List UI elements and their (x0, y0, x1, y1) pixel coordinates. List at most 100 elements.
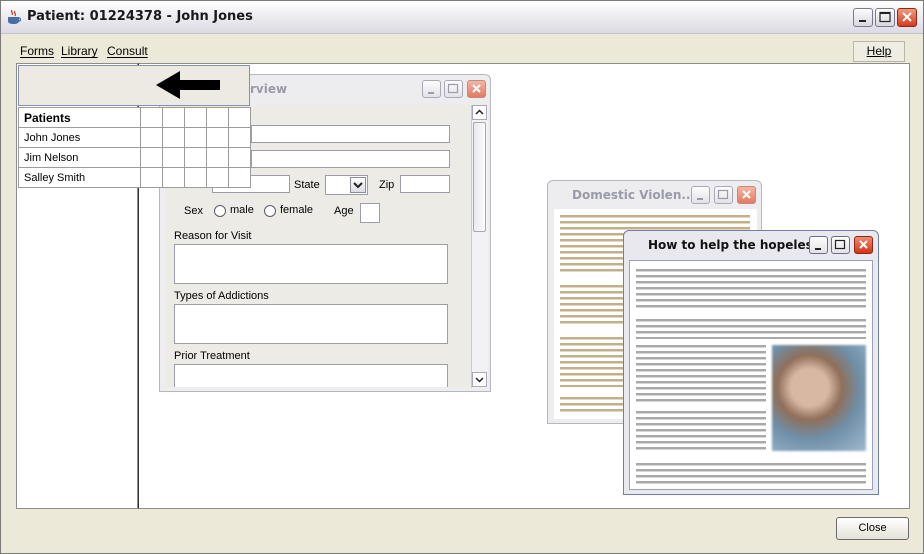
table-cell (162, 107, 185, 128)
patients-table: Patients John Jones Jim Nelson Salley Sm… (18, 107, 251, 188)
article-text-block (636, 269, 866, 309)
overview-maximize-button[interactable] (444, 80, 463, 98)
zip-label: Zip (379, 179, 395, 191)
table-cell (184, 127, 207, 148)
hopeless-close-button[interactable] (854, 236, 873, 254)
table-cell (228, 127, 251, 148)
window-title: Patient: 01224378 - John Jones (27, 9, 253, 24)
addictions-textarea[interactable] (174, 304, 448, 344)
reason-textarea[interactable] (174, 244, 448, 284)
domestic-maximize-button[interactable] (714, 186, 733, 204)
help-label: Help (866, 44, 892, 58)
table-cell (228, 147, 251, 168)
table-cell (162, 167, 185, 188)
maximize-icon (717, 189, 729, 200)
table-row[interactable]: Salley Smith (18, 167, 251, 188)
table-cell (228, 167, 251, 188)
sex-label: Sex (184, 205, 203, 217)
table-cell (206, 127, 229, 148)
menu-library[interactable]: Library (61, 44, 98, 58)
minimize-icon (859, 20, 866, 22)
hopeless-maximize-button[interactable] (831, 236, 850, 254)
hopeless-frame-title: How to help the hopeless (648, 238, 820, 252)
menu-help[interactable]: Help (853, 41, 905, 62)
overview-scrollbar[interactable] (471, 105, 488, 388)
arrow-left-icon[interactable] (156, 71, 222, 99)
close-button[interactable]: Close (836, 517, 909, 540)
maximize-icon (447, 83, 459, 94)
state-dropdown-button[interactable] (350, 177, 366, 193)
table-cell (140, 107, 163, 128)
male-label: male (230, 204, 254, 216)
maximize-icon (879, 11, 891, 23)
table-cell (206, 147, 229, 168)
close-icon (902, 12, 912, 22)
article-text-block (560, 285, 630, 325)
table-cell (162, 147, 185, 168)
hopeless-article-body (629, 260, 873, 490)
table-cell (206, 167, 229, 188)
java-cup-icon (8, 9, 21, 24)
hopeless-frame: How to help the hopeless (623, 230, 879, 495)
addictions-label: Types of Addictions (174, 290, 269, 302)
overview-frame-title: rview (250, 82, 288, 96)
patient-name[interactable]: John Jones (18, 127, 141, 148)
chevron-down-icon (353, 182, 363, 189)
table-cell (140, 147, 163, 168)
text-field-1[interactable] (251, 125, 450, 143)
zip-field[interactable] (400, 175, 450, 193)
table-cell (140, 167, 163, 188)
female-label: female (280, 204, 314, 216)
patient-name[interactable]: Salley Smith (18, 167, 141, 188)
reason-label: Reason for Visit (174, 230, 252, 242)
article-text-block (560, 337, 630, 387)
state-select[interactable] (325, 175, 368, 195)
menu-bar: Forms Library Consult (1, 39, 923, 63)
domestic-minimize-button[interactable] (691, 186, 710, 204)
age-field[interactable] (360, 203, 380, 223)
male-radio[interactable] (214, 205, 226, 217)
prior-treatment-textarea[interactable] (174, 364, 448, 387)
overview-minimize-button[interactable] (422, 80, 441, 98)
hopeless-minimize-button[interactable] (809, 236, 828, 254)
maximize-button[interactable] (875, 8, 895, 27)
article-text-block (560, 397, 630, 415)
title-bar[interactable]: Patient: 01224378 - John Jones (1, 1, 923, 34)
minimize-button[interactable] (853, 8, 873, 27)
table-cell (140, 127, 163, 148)
menu-forms[interactable]: Forms (20, 44, 54, 58)
close-icon (472, 84, 481, 93)
female-radio[interactable] (264, 205, 276, 217)
article-photo (772, 345, 866, 451)
age-label: Age (334, 205, 354, 217)
table-cell (184, 167, 207, 188)
article-text-block (636, 463, 866, 487)
minimize-icon (815, 248, 821, 250)
domestic-close-button[interactable] (737, 186, 756, 204)
prior-treatment-label: Prior Treatment (174, 350, 250, 362)
table-header-row: Patients (18, 107, 251, 128)
menu-consult[interactable]: Consult (107, 44, 148, 58)
close-icon (742, 190, 751, 199)
text-field-2[interactable] (251, 150, 450, 168)
overview-close-button[interactable] (467, 80, 486, 98)
close-icon (859, 240, 868, 249)
domestic-frame-title: Domestic Violen... (572, 188, 696, 202)
table-row[interactable]: Jim Nelson (18, 147, 251, 168)
table-cell (184, 147, 207, 168)
scroll-down-button[interactable] (472, 372, 487, 387)
table-cell (206, 107, 229, 128)
scroll-thumb[interactable] (473, 122, 486, 232)
main-window: Patient: 01224378 - John Jones Forms Lib… (0, 0, 924, 554)
table-row[interactable]: John Jones (18, 127, 251, 148)
scroll-up-button[interactable] (472, 105, 487, 120)
article-text-block (636, 319, 866, 339)
patient-name[interactable]: Jim Nelson (18, 147, 141, 168)
close-window-button[interactable] (897, 8, 917, 27)
minimize-icon (428, 92, 434, 94)
chevron-up-icon (475, 109, 484, 115)
state-label: State (294, 179, 320, 191)
table-cell (162, 127, 185, 148)
article-text-block (636, 345, 766, 405)
patients-header: Patients (18, 107, 141, 128)
